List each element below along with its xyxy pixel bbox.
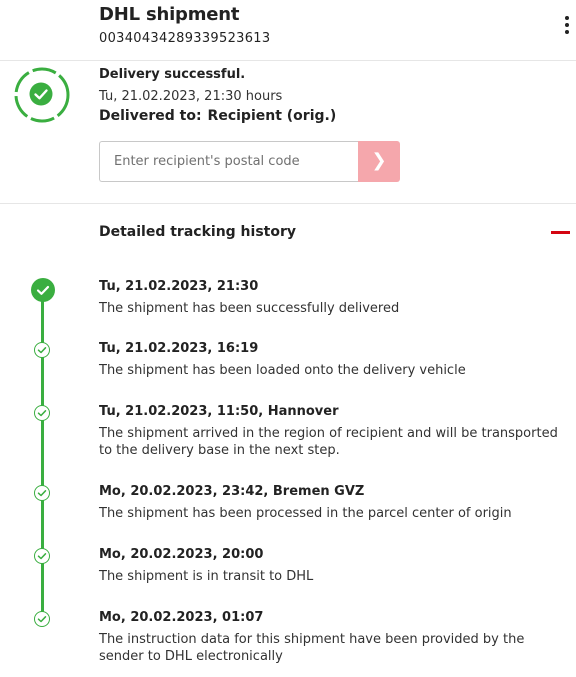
delivered-to-value: Recipient (orig.) [207,108,337,124]
check-circle-icon [34,611,50,627]
shipment-header: DHL shipment 00340434289339523613 [0,0,576,61]
event-description: The instruction data for this shipment h… [99,632,525,664]
tracking-history-title: Detailed tracking history [99,224,296,240]
check-circle-icon [34,342,50,358]
event-datetime: Tu, 21.02.2023, 16:19 [99,341,259,356]
check-circle-icon [34,548,50,564]
event-description: The shipment is in transit to DHL [99,569,314,584]
check-circle-icon [34,405,50,421]
event-datetime: Mo, 20.02.2023, 20:00 [99,547,264,562]
more-options-icon[interactable] [563,16,571,38]
event-datetime: Mo, 20.02.2023, 23:42, Bremen GVZ [99,484,365,499]
event-description: The shipment has been successfully deliv… [99,301,400,316]
delivery-status-section: Delivery successful. Tu, 21.02.2023, 21:… [0,61,576,204]
timeline-line [41,290,44,620]
page-title: DHL shipment [99,4,240,25]
collapse-minus-icon[interactable] [551,231,570,234]
chevron-right-icon: ❯ [371,150,387,171]
delivered-to-label: Delivered to: [99,108,202,124]
event-datetime: Tu, 21.02.2023, 21:30 [99,279,259,294]
postal-code-form: ❯ [99,141,400,182]
delivered-check-icon [31,278,55,302]
delivered-to: Delivered to: Recipient (orig.) [99,108,336,124]
event-description: The shipment has been processed in the p… [99,506,512,521]
postal-code-input[interactable] [99,141,358,182]
event-datetime: Tu, 21.02.2023, 11:50, Hannover [99,404,339,419]
event-datetime: Mo, 20.02.2023, 01:07 [99,610,264,625]
submit-postal-code-button[interactable]: ❯ [358,141,400,182]
delivered-status-icon [14,67,70,123]
status-headline: Delivery successful. [99,67,246,82]
event-description: The shipment arrived in the region of re… [99,426,558,458]
status-timestamp: Tu, 21.02.2023, 21:30 hours [99,89,283,104]
check-circle-icon [34,485,50,501]
tracking-number: 00340434289339523613 [99,31,271,46]
event-description: The shipment has been loaded onto the de… [99,363,466,378]
